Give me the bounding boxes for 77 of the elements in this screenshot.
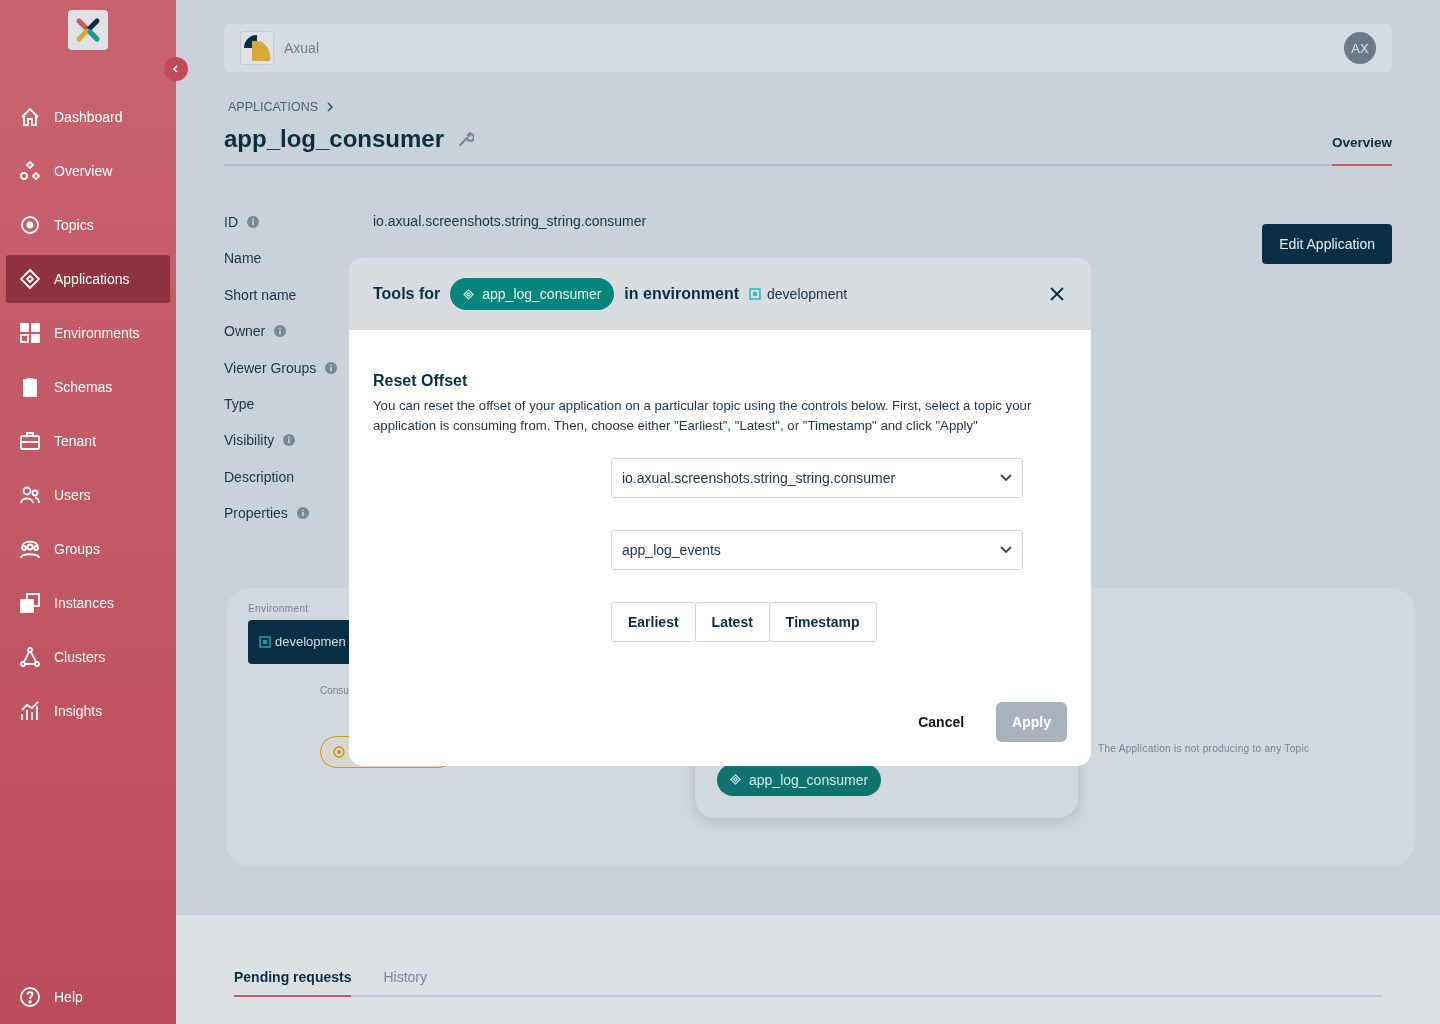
field-label: Short name [224, 286, 297, 303]
chevron-right-icon [326, 102, 335, 112]
offset-option-button[interactable]: Earliest [611, 602, 696, 642]
field-label: Owner [224, 323, 266, 340]
info-icon[interactable] [247, 216, 259, 228]
dialog-title: Tools for [373, 285, 441, 303]
close-icon [1050, 287, 1064, 301]
grid-icon [19, 322, 41, 344]
section-title: Reset Offset [373, 372, 469, 390]
collapse-button[interactable] [164, 57, 188, 81]
sidebar-item[interactable]: Topics [6, 201, 170, 249]
page-title: app_log_consumer [224, 125, 445, 153]
environment-name: development [767, 286, 848, 302]
cluster-icon [19, 646, 41, 668]
offset-option-button[interactable]: Timestamp [768, 602, 877, 642]
help-link[interactable]: Help [0, 973, 176, 1021]
field-label: Name [224, 250, 262, 267]
info-icon[interactable] [325, 361, 338, 374]
square-icon [749, 288, 762, 300]
info-icon[interactable] [296, 507, 309, 520]
offset-option-button[interactable]: Latest [694, 602, 770, 642]
help-icon [19, 986, 41, 1008]
chevron-down-icon [1000, 474, 1012, 482]
sidebar-item[interactable]: Dashboard [6, 93, 170, 141]
shapes-icon [19, 160, 41, 182]
square-icon [259, 635, 271, 648]
group-icon [19, 538, 41, 560]
sidebar-item[interactable]: Overview [6, 147, 170, 195]
chevron-left-icon [171, 64, 181, 74]
sidebar-item[interactable]: Schemas [6, 363, 170, 411]
environment-caption: Environment [248, 602, 310, 614]
sidebar-item[interactable]: Applications [6, 255, 170, 303]
application-chip[interactable]: app_log_consumer [450, 278, 615, 310]
sidebar-item[interactable]: Environments [6, 309, 170, 357]
section-tab[interactable]: History [383, 969, 428, 997]
field-label: Viewer Groups [224, 359, 317, 376]
info-icon[interactable] [274, 325, 287, 338]
overview-tab[interactable]: Overview [1331, 114, 1392, 166]
breadcrumb-link[interactable]: APPLICATIONS [228, 100, 319, 114]
consumes-label: Consu [320, 684, 350, 696]
diamond-icon [463, 288, 475, 300]
chevron-down-icon [1000, 546, 1012, 554]
select-field[interactable]: app_log_events [611, 530, 1023, 570]
dialog-title: in environment [624, 285, 740, 303]
sidebar-item[interactable]: Tenant [6, 417, 170, 465]
target-icon [333, 745, 345, 758]
briefcase-icon [19, 430, 41, 452]
edit-application-button[interactable]: Edit Application [1262, 224, 1392, 264]
organization-name: Axual [284, 40, 320, 56]
description-text: You can reset the offset of your application on a particular topic using the controls below. First, select a topic your application is consuming from. Then, choose either "Earliest", "Latest", or "Timestamp" and click "Apply" [373, 397, 1033, 435]
user-avatar[interactable]: AX [1344, 32, 1376, 64]
select-field[interactable]: io.axual.screenshots.string_string.consumer [611, 458, 1023, 498]
producing-note: The Application is not producing to any Topic [1098, 742, 1310, 756]
org-logo [240, 31, 274, 65]
users-icon [19, 484, 41, 506]
field-label: Description [224, 468, 295, 485]
field-label: ID [224, 214, 238, 230]
section-tab[interactable]: Pending requests [234, 969, 352, 997]
stack-icon [19, 592, 41, 614]
sidebar-item[interactable]: Users [6, 471, 170, 519]
diamond-icon [19, 268, 41, 290]
wrench-icon[interactable] [458, 131, 475, 147]
target-icon [19, 214, 41, 236]
app-logo[interactable] [68, 10, 108, 50]
chart-icon [19, 700, 41, 722]
field-value: io.axual.screenshots.string_string.consumer [373, 213, 647, 229]
sidebar-item[interactable]: Groups [6, 525, 170, 573]
cancel-button[interactable]: Cancel [902, 702, 981, 742]
sidebar-item[interactable]: Clusters [6, 633, 170, 681]
diamond-icon [730, 774, 741, 785]
home-icon [19, 106, 41, 128]
field-label: Properties [224, 505, 288, 522]
info-icon[interactable] [283, 434, 296, 447]
sidebar-item[interactable]: Insights [6, 687, 170, 735]
field-label: Type [224, 395, 255, 412]
field-label: Visibility [224, 432, 275, 449]
sidebar-item[interactable]: Instances [6, 579, 170, 627]
